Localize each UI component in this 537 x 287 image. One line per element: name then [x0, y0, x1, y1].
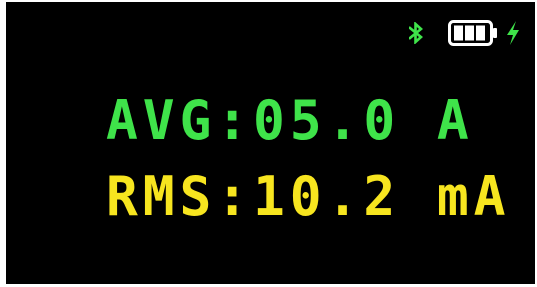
- battery-icon: [448, 20, 500, 46]
- lightning-bolt-icon: [505, 20, 521, 46]
- bluetooth-icon: [409, 22, 423, 44]
- avg-current-readout: AVG:05.0 A: [106, 89, 474, 152]
- rms-current-readout: RMS:10.2 mA: [106, 165, 511, 228]
- battery-level-bars: [454, 25, 485, 41]
- device-frame: AVG:05.0 A RMS:10.2 mA: [0, 0, 537, 287]
- display-screen: AVG:05.0 A RMS:10.2 mA: [6, 2, 535, 284]
- status-bar: [409, 18, 521, 48]
